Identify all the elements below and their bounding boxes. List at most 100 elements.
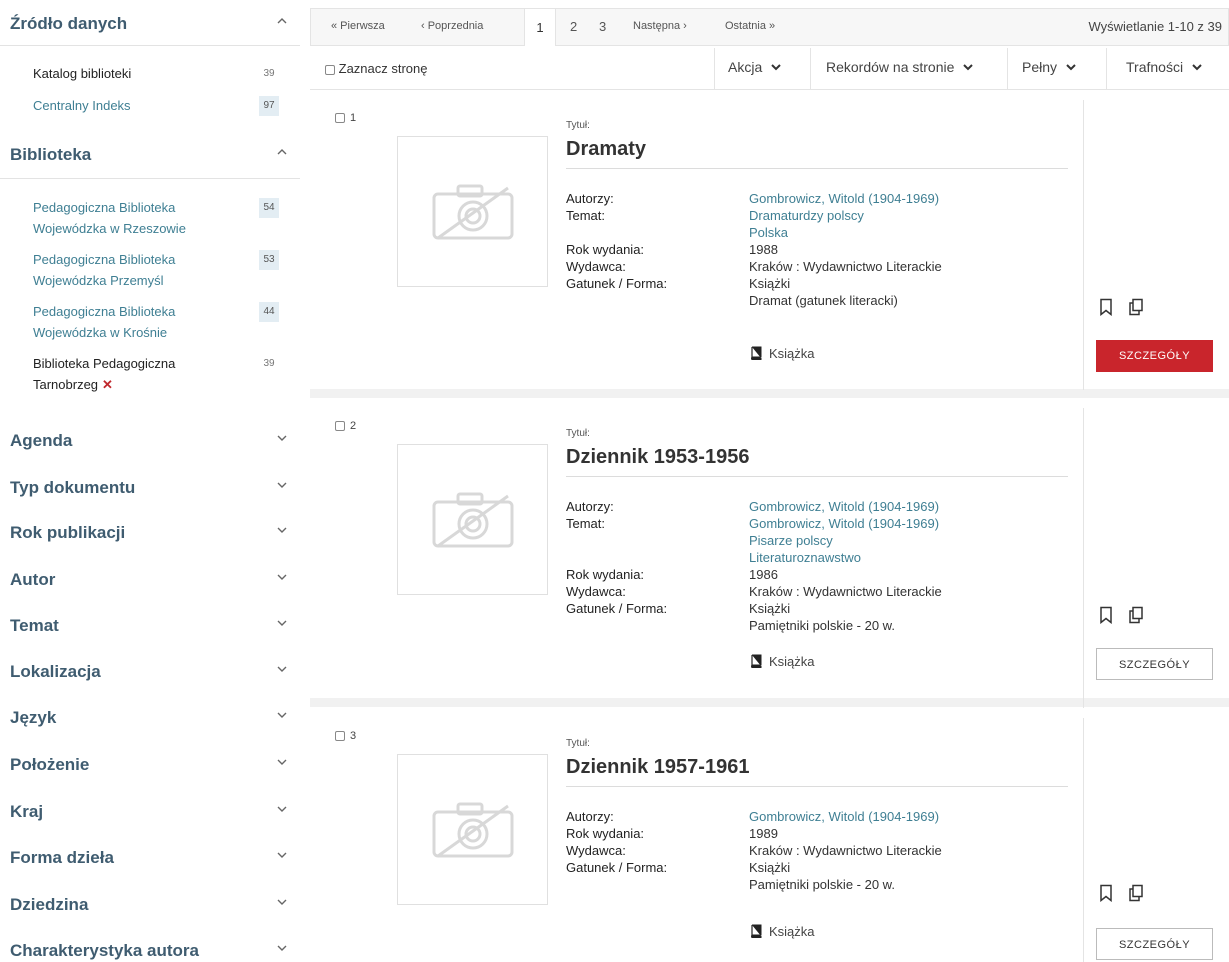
field-value: Pamiętniki polskie - 20 w.: [749, 618, 895, 633]
field-row: Wydawca: Kraków : Wydawnictwo Literackie: [566, 583, 1066, 600]
facet-header-language[interactable]: Język: [0, 700, 300, 736]
facet-item-katalog[interactable]: Katalog biblioteki 39: [33, 63, 293, 84]
divider: [810, 48, 811, 90]
field-row: Autorzy: Gombrowicz, Witold (1904-1969): [566, 190, 1066, 207]
record-checkbox[interactable]: [335, 731, 345, 742]
record-actions: [1098, 298, 1158, 321]
field-value: Książki: [749, 860, 791, 875]
facet-item-rzeszow[interactable]: Pedagogiczna Biblioteka Wojewódzka w Rze…: [33, 197, 293, 239]
copy-icon[interactable]: [1128, 606, 1144, 624]
facet-title: Położenie: [10, 755, 90, 774]
chevron-down-icon: [276, 524, 288, 536]
per-page-dropdown[interactable]: Rekordów na stronie: [826, 59, 974, 75]
field-row: Polska: [566, 224, 1066, 241]
facet-header-country[interactable]: Kraj: [0, 794, 300, 830]
record-checkbox[interactable]: [335, 113, 345, 124]
field-value[interactable]: Gombrowicz, Witold (1904-1969): [749, 515, 939, 532]
copy-icon[interactable]: [1128, 298, 1144, 316]
book-icon: [751, 346, 762, 360]
record-checkbox[interactable]: [335, 421, 345, 432]
title-label: Tytuł:: [566, 738, 590, 749]
pager-prev-link[interactable]: ‹ Poprzednia: [421, 20, 483, 32]
facet-title: Typ dokumentu: [10, 478, 136, 497]
field-value: Kraków : Wydawnictwo Literackie: [749, 843, 942, 858]
facet-header-source[interactable]: Źródło danych: [0, 6, 300, 42]
field-label: Gatunek / Forma:: [566, 601, 668, 616]
facet-header-pub-year[interactable]: Rok publikacji: [0, 515, 300, 551]
field-label: [566, 549, 749, 566]
facet-header-location[interactable]: Lokalizacja: [0, 654, 300, 690]
copy-icon[interactable]: [1128, 884, 1144, 902]
cover-placeholder[interactable]: [397, 136, 548, 287]
facet-item-label: Pedagogiczna Biblioteka Wojewódzka w Kro…: [33, 304, 176, 340]
facet-header-domain[interactable]: Dziedzina: [0, 887, 300, 923]
cover-placeholder[interactable]: [397, 444, 548, 595]
chevron-down-icon: [276, 942, 288, 954]
pager-first-link[interactable]: « Pierwsza: [331, 20, 385, 32]
remove-filter-icon[interactable]: ✕: [102, 377, 113, 392]
facet-header-library[interactable]: Biblioteka: [0, 137, 300, 173]
bookmark-icon[interactable]: [1098, 298, 1114, 316]
details-button[interactable]: SZCZEGÓŁY: [1096, 340, 1213, 372]
action-dropdown-label: Akcja: [728, 59, 763, 75]
pager-next-link[interactable]: Następna ›: [633, 20, 687, 32]
field-value[interactable]: Gombrowicz, Witold (1904-1969): [749, 190, 939, 207]
sort-dropdown[interactable]: Trafności: [1126, 59, 1203, 75]
action-dropdown[interactable]: Akcja: [728, 59, 782, 75]
facet-header-agenda[interactable]: Agenda: [0, 423, 300, 459]
field-label: Autorzy:: [566, 191, 614, 206]
pager-page-3[interactable]: 3: [599, 19, 606, 34]
field-row: Gatunek / Forma: Książki: [566, 859, 1066, 876]
format-label: Książka: [749, 654, 815, 670]
record-title[interactable]: Dziennik 1953-1956: [566, 446, 749, 469]
field-label: [566, 876, 749, 893]
field-row: Rok wydania: 1986: [566, 566, 1066, 583]
view-dropdown[interactable]: Pełny: [1022, 59, 1077, 75]
facet-item-centralny[interactable]: Centralny Indeks 97: [33, 95, 293, 116]
select-page-control[interactable]: Zaznacz stronę: [325, 61, 428, 76]
book-icon: [751, 654, 762, 668]
record-title[interactable]: Dziennik 1957-1961: [566, 756, 749, 779]
field-value[interactable]: Pisarze polscy: [749, 532, 833, 549]
field-row: Pamiętniki polskie - 20 w.: [566, 876, 1066, 893]
field-value[interactable]: Literaturoznawstwo: [749, 549, 861, 566]
field-label: [566, 224, 749, 241]
facet-title: Temat: [10, 616, 59, 635]
pager-page-2[interactable]: 2: [570, 19, 577, 34]
cover-placeholder[interactable]: [397, 754, 548, 905]
chevron-down-icon: [770, 60, 782, 72]
facet-item-count: 53: [259, 250, 279, 270]
field-value[interactable]: Dramaturdzy polscy: [749, 207, 864, 224]
pager-last-link[interactable]: Ostatnia »: [725, 20, 775, 32]
facet-header-subject[interactable]: Temat: [0, 608, 300, 644]
chevron-up-icon: [276, 15, 288, 27]
per-page-label: Rekordów na stronie: [826, 59, 955, 75]
facet-title: Kraj: [10, 802, 44, 821]
field-value[interactable]: Gombrowicz, Witold (1904-1969): [749, 808, 939, 825]
facet-item-count: 44: [259, 302, 279, 322]
field-label: Gatunek / Forma:: [566, 276, 668, 291]
details-button[interactable]: SZCZEGÓŁY: [1096, 928, 1213, 960]
facet-item-tarnobrzeg[interactable]: Biblioteka Pedagogiczna Tarnobrzeg ✕ 39: [33, 353, 293, 395]
facet-header-position[interactable]: Położenie: [0, 747, 300, 783]
field-row: Rok wydania: 1988: [566, 241, 1066, 258]
facet-header-doc-type[interactable]: Typ dokumentu: [0, 470, 300, 506]
bookmark-icon[interactable]: [1098, 884, 1114, 902]
record-actions: [1098, 606, 1158, 629]
facet-item-przemysl[interactable]: Pedagogiczna Biblioteka Wojewódzka Przem…: [33, 249, 293, 291]
record-number-text: 3: [350, 730, 357, 742]
field-value[interactable]: Gombrowicz, Witold (1904-1969): [749, 498, 939, 515]
chevron-down-icon: [276, 432, 288, 444]
field-value: Dramat (gatunek literacki): [749, 293, 898, 308]
field-value[interactable]: Polska: [749, 224, 788, 241]
facet-header-author-char[interactable]: Charakterystyka autora: [0, 933, 300, 962]
facet-title: Rok publikacji: [10, 523, 126, 542]
record-title[interactable]: Dramaty: [566, 138, 646, 161]
details-button[interactable]: SZCZEGÓŁY: [1096, 648, 1213, 680]
facet-header-author[interactable]: Autor: [0, 562, 300, 598]
bookmark-icon[interactable]: [1098, 606, 1114, 624]
facet-title: Język: [10, 708, 57, 727]
select-page-checkbox[interactable]: [325, 64, 335, 75]
facet-header-work-form[interactable]: Forma dzieła: [0, 840, 300, 876]
facet-item-krosno[interactable]: Pedagogiczna Biblioteka Wojewódzka w Kro…: [33, 301, 293, 343]
